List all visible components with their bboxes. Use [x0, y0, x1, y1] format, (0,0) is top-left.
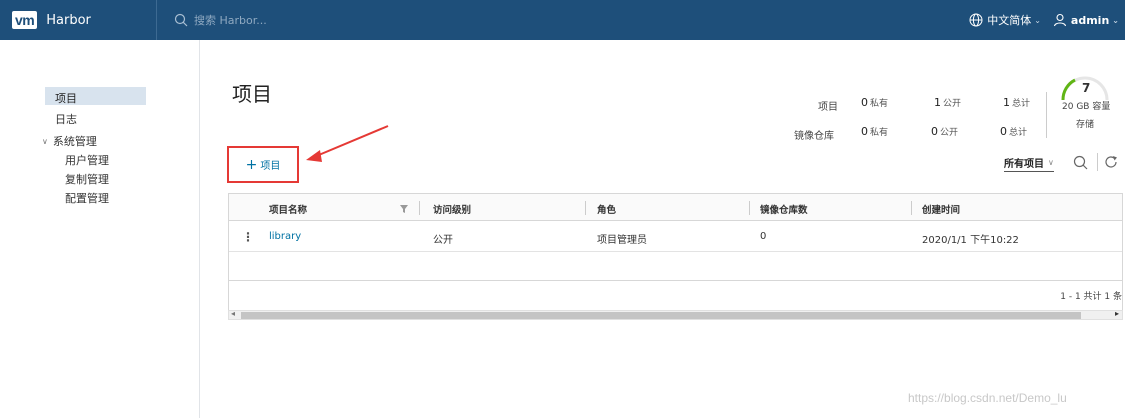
stat-value: 0 [861, 96, 868, 109]
chevron-down-icon: ∨ [42, 136, 48, 146]
stat-label: 公开 [943, 99, 962, 109]
scroll-left-icon[interactable]: ◂ [231, 309, 235, 318]
stat-value: 1 [934, 96, 941, 109]
stats-repos-label: 镜像仓库 [794, 131, 834, 142]
watermark: https://blog.csdn.net/Demo_lu [908, 391, 1067, 405]
brand[interactable]: vm Harbor [0, 0, 157, 40]
harbor-app: vm Harbor 中文简体 ⌄ [0, 0, 1125, 418]
projects-public-stat: 1 公开 [934, 96, 961, 109]
storage-label: 存储 [1076, 120, 1095, 130]
sidebar: 项目 日志 ∨ 系统管理 用户管理 复制管理 配置管理 [0, 40, 200, 418]
global-search[interactable] [174, 13, 314, 27]
storage-count: 7 [1082, 81, 1091, 95]
stats-divider [1046, 92, 1047, 138]
project-created: 2020/1/1 下午10:22 [922, 235, 1019, 246]
vm-logo: vm [12, 11, 38, 29]
sidebar-item-administration[interactable]: ∨ 系统管理 [42, 133, 97, 149]
search-icon [174, 13, 188, 27]
table-row[interactable]: ⋮ library 公开 项目管理员 0 2020/1/1 下午10:22 [229, 222, 1122, 252]
filter-value: 所有项目 [1004, 159, 1044, 170]
stat-label: 公开 [940, 128, 959, 138]
header-right: 中文简体 ⌄ admin ⌄ [969, 0, 1119, 40]
filter-icon[interactable] [400, 205, 408, 213]
column-divider [749, 201, 750, 215]
row-actions-icon[interactable]: ⋮ [242, 230, 254, 244]
refresh-icon[interactable] [1104, 155, 1118, 169]
repos-public-stat: 0 公开 [931, 125, 958, 138]
pagination-info: 1 - 1 共计 1 条 [1060, 292, 1122, 302]
stat-value: 0 [1000, 125, 1007, 138]
sidebar-item-configuration[interactable]: 配置管理 [65, 190, 109, 206]
sidebar-item-logs[interactable]: 日志 [55, 111, 77, 127]
projects-total-stat: 1 总计 [1003, 96, 1030, 109]
project-name-link[interactable]: library [269, 231, 301, 242]
projects-table: 项目名称 访问级别 角色 镜像仓库数 创建时间 ⋮ library 公开 项目管… [228, 193, 1123, 319]
sidebar-item-users[interactable]: 用户管理 [65, 152, 109, 168]
column-divider [419, 201, 420, 215]
language-switcher[interactable]: 中文简体 ⌄ [969, 12, 1041, 28]
column-header-access[interactable]: 访问级别 [433, 202, 471, 216]
column-divider [911, 201, 912, 215]
repos-total-stat: 0 总计 [1000, 125, 1027, 138]
new-project-button[interactable]: + 项目 [227, 146, 299, 183]
new-project-label: 项目 [260, 161, 281, 172]
annotation-arrow-icon [306, 125, 389, 162]
toolbar-divider [1097, 153, 1098, 171]
language-label: 中文简体 [987, 14, 1032, 27]
stat-label: 私有 [870, 128, 889, 138]
scroll-right-icon[interactable]: ▸ [1115, 309, 1119, 318]
top-header: vm Harbor 中文简体 ⌄ [0, 0, 1125, 40]
plus-icon: + [245, 156, 258, 173]
column-header-name[interactable]: 项目名称 [269, 202, 307, 216]
sidebar-item-projects[interactable]: 项目 [45, 87, 146, 105]
table-header: 项目名称 访问级别 角色 镜像仓库数 创建时间 [229, 194, 1122, 221]
table-footer: 1 - 1 共计 1 条 [229, 280, 1122, 305]
horizontal-scrollbar[interactable]: ◂ ▸ [228, 309, 1123, 320]
project-role: 项目管理员 [597, 235, 647, 246]
project-repo-count: 0 [760, 231, 767, 242]
repos-private-stat: 0 私有 [861, 125, 888, 138]
stat-label: 总计 [1012, 99, 1031, 109]
chevron-down-icon: ⌄ [1034, 15, 1041, 25]
globe-icon [969, 13, 983, 27]
username: admin [1070, 13, 1110, 27]
app-name: Harbor [46, 12, 91, 28]
stat-value: 1 [1003, 96, 1010, 109]
column-header-role[interactable]: 角色 [597, 202, 616, 216]
stats-projects-label: 项目 [818, 102, 838, 113]
stat-value: 0 [861, 125, 868, 138]
search-icon[interactable] [1073, 155, 1088, 170]
column-header-repo-count[interactable]: 镜像仓库数 [760, 202, 808, 216]
page-title: 项目 [232, 82, 272, 106]
column-divider [585, 201, 586, 215]
chevron-down-icon: ⌄ [1112, 15, 1119, 25]
project-access: 公开 [433, 235, 453, 246]
scrollbar-thumb[interactable] [241, 312, 1081, 319]
sidebar-item-replications[interactable]: 复制管理 [65, 171, 109, 187]
sidebar-item-label: 系统管理 [52, 135, 97, 148]
user-menu[interactable]: admin ⌄ [1053, 13, 1119, 27]
search-input[interactable] [194, 13, 314, 27]
storage-capacity: 20 GB 容量 [1062, 102, 1111, 112]
stat-value: 0 [931, 125, 938, 138]
project-filter-select[interactable]: 所有项目 ∨ [1004, 155, 1054, 172]
user-icon [1053, 13, 1066, 27]
stat-label: 总计 [1009, 128, 1028, 138]
column-header-created[interactable]: 创建时间 [922, 202, 960, 216]
chevron-down-icon: ∨ [1048, 158, 1054, 167]
stat-label: 私有 [870, 99, 889, 109]
projects-private-stat: 0 私有 [861, 96, 888, 109]
